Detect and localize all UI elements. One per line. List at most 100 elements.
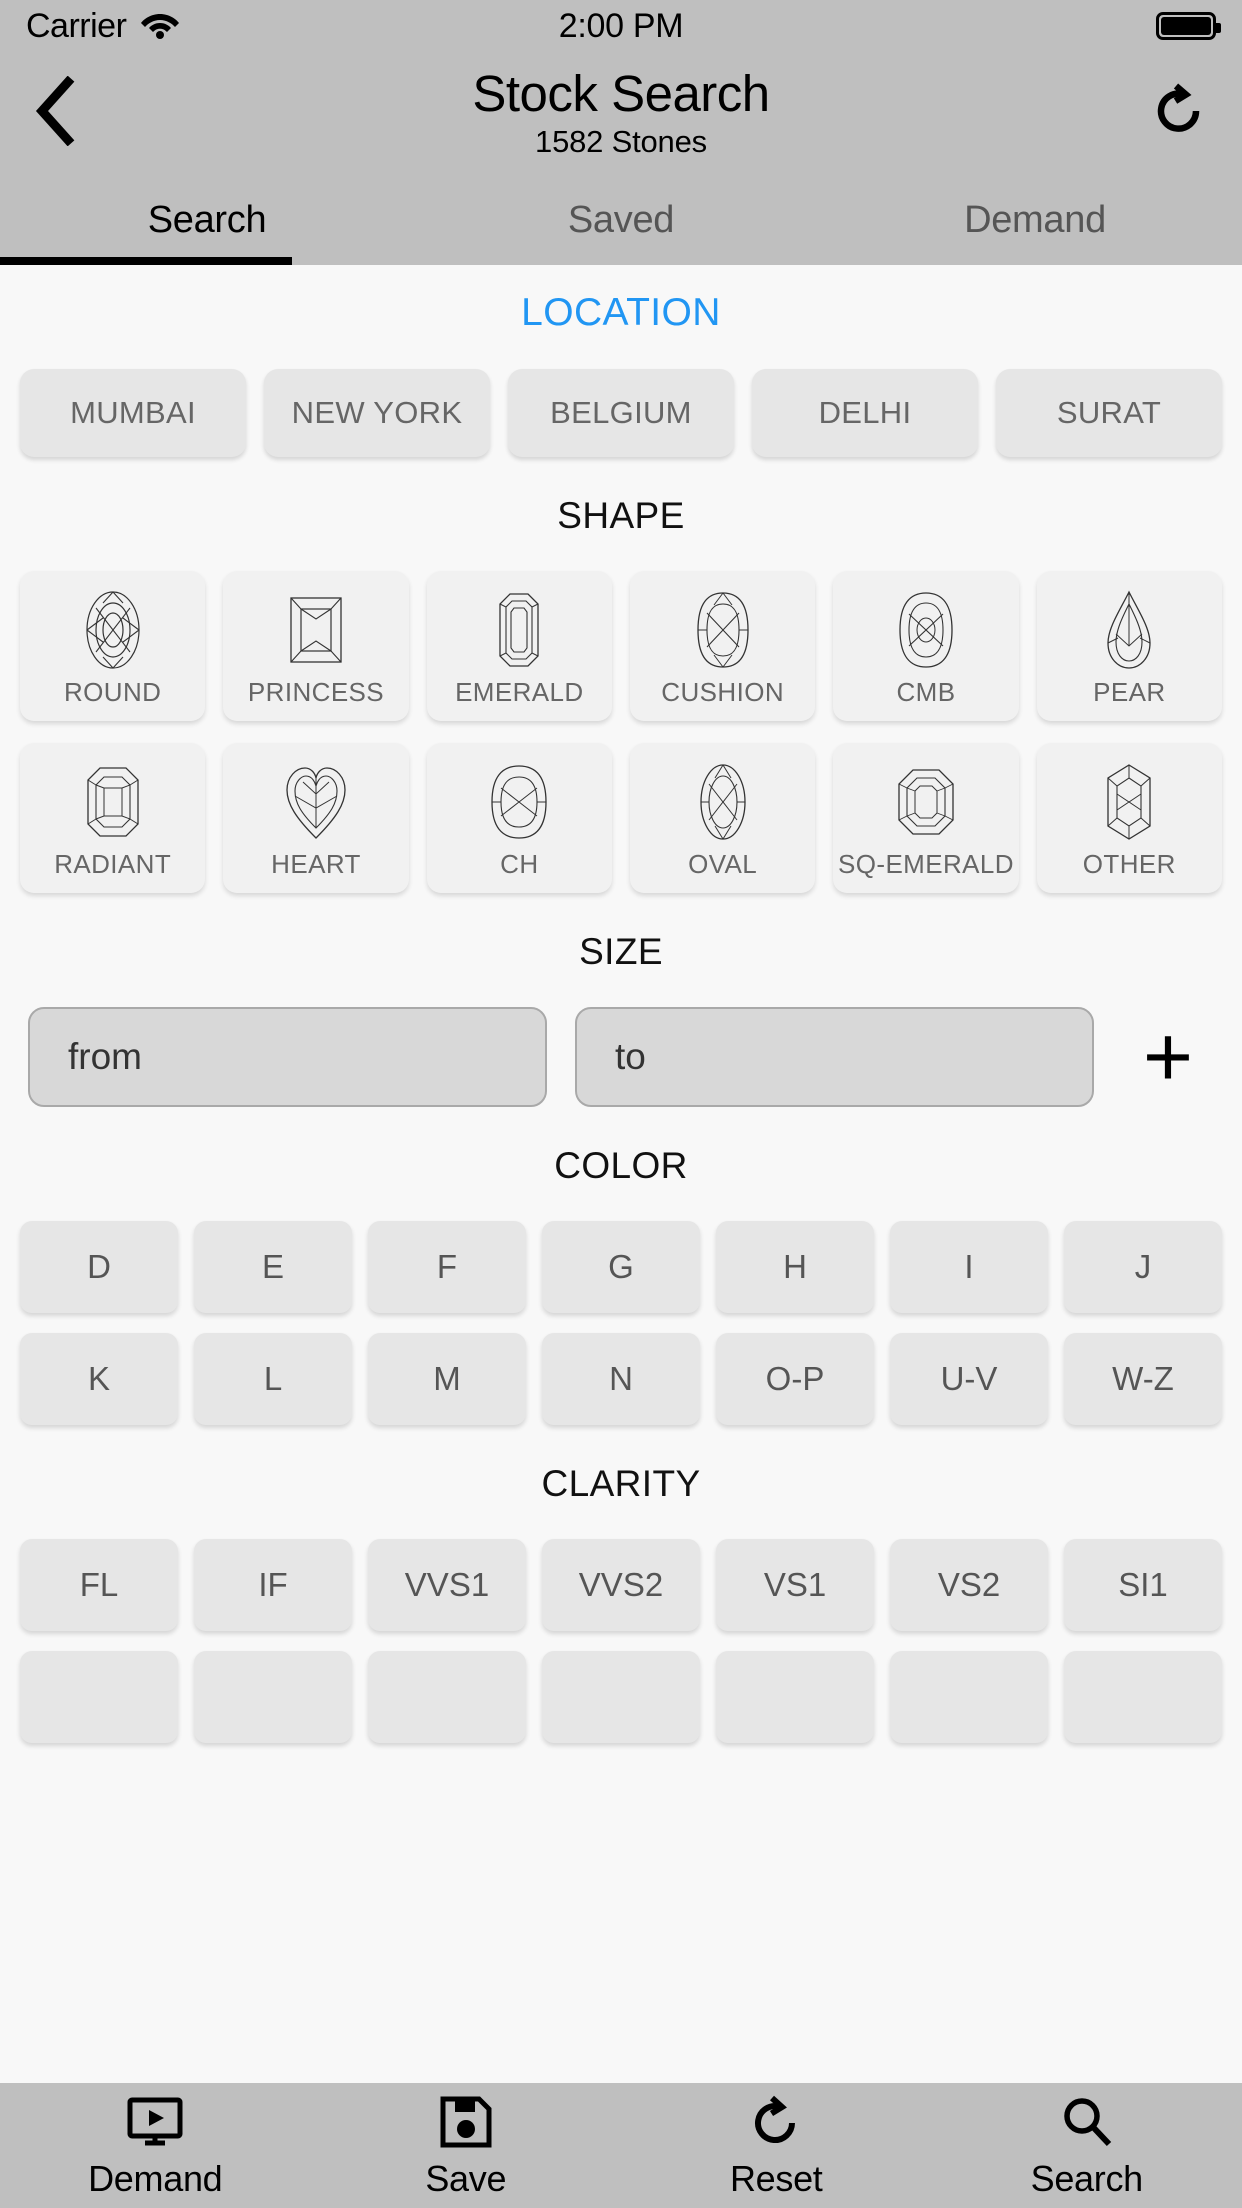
color-chip-m[interactable]: M — [368, 1333, 526, 1425]
location-chip-surat[interactable]: SURAT — [996, 369, 1222, 457]
diamond-oval-icon — [686, 757, 760, 847]
tab-bar: Search Saved Demand — [0, 175, 1242, 265]
bottom-item-label: Save — [425, 2157, 507, 2199]
shape-cell-emerald[interactable]: EMERALD — [426, 571, 612, 721]
clarity-chip-vs1[interactable]: VS1 — [716, 1539, 874, 1631]
shape-label: HEART — [271, 848, 361, 879]
location-chip-new-york[interactable]: NEW YORK — [264, 369, 490, 457]
color-chip-w-z[interactable]: W-Z — [1064, 1333, 1222, 1425]
clarity-chip-next-3[interactable] — [368, 1651, 526, 1743]
bottom-demand-button[interactable]: Demand — [0, 2092, 311, 2200]
shape-cell-heart[interactable]: HEART — [223, 743, 409, 893]
color-chip-e[interactable]: E — [194, 1221, 352, 1313]
shape-label: CH — [500, 848, 539, 879]
navigation-bar: Stock Search 1582 Stones — [0, 52, 1242, 175]
clarity-chip-vs2[interactable]: VS2 — [890, 1539, 1048, 1631]
color-chip-g[interactable]: G — [542, 1221, 700, 1313]
section-title-location: LOCATION — [521, 291, 721, 334]
clarity-chip-next-7[interactable] — [1064, 1651, 1222, 1743]
clarity-chip-next-4[interactable] — [542, 1651, 700, 1743]
tab-demand[interactable]: Demand — [828, 175, 1242, 265]
add-size-range-button[interactable]: + — [1122, 1011, 1214, 1103]
diamond-ch-icon — [482, 757, 556, 847]
color-chip-h[interactable]: H — [716, 1221, 874, 1313]
shape-label: CMB — [896, 676, 956, 707]
color-chip-n[interactable]: N — [542, 1333, 700, 1425]
clarity-chip-next-6[interactable] — [890, 1651, 1048, 1743]
shape-label: OVAL — [688, 848, 758, 879]
color-chip-i[interactable]: I — [890, 1221, 1048, 1313]
tab-saved[interactable]: Saved — [414, 175, 828, 265]
clarity-chip-fl[interactable]: FL — [20, 1539, 178, 1631]
save-floppy-icon — [439, 2092, 493, 2152]
status-time: 2:00 PM — [558, 6, 684, 45]
filter-scroll-area[interactable]: LOCATION MUMBAI NEW YORK BELGIUM DELHI S… — [0, 265, 1242, 2083]
location-chip-belgium[interactable]: BELGIUM — [508, 369, 734, 457]
clarity-row-2-partial — [0, 1651, 1242, 1743]
chevron-left-icon — [34, 75, 78, 151]
shape-cell-other[interactable]: OTHER — [1036, 743, 1222, 893]
diamond-emerald-icon — [482, 585, 556, 675]
shape-label: SQ-EMERALD — [838, 848, 1014, 879]
shape-row-1: ROUND PRINCESS EMERALD CUSHION CMB PEAR — [0, 571, 1242, 721]
page-title: Stock Search — [472, 64, 770, 122]
diamond-radiant-icon — [76, 757, 150, 847]
demand-monitor-icon — [125, 2092, 185, 2152]
diamond-heart-icon — [279, 757, 353, 847]
bottom-reset-button[interactable]: Reset — [621, 2092, 932, 2200]
shape-label: RADIANT — [54, 848, 172, 879]
color-chip-j[interactable]: J — [1064, 1221, 1222, 1313]
shape-cell-radiant[interactable]: RADIANT — [20, 743, 206, 893]
diamond-pear-icon — [1092, 585, 1166, 675]
shape-label: CUSHION — [661, 676, 784, 707]
shape-cell-sq-emerald[interactable]: SQ-EMERALD — [833, 743, 1019, 893]
shape-label: PRINCESS — [247, 676, 385, 707]
bottom-toolbar: Demand Save Reset Search — [0, 2083, 1242, 2208]
clarity-row-1: FL IF VVS1 VVS2 VS1 VS2 SI1 — [0, 1539, 1242, 1631]
bottom-item-label: Reset — [729, 2157, 823, 2199]
location-chip-delhi[interactable]: DELHI — [752, 369, 978, 457]
shape-label: ROUND — [63, 676, 162, 707]
diamond-round-icon — [76, 585, 150, 675]
color-chip-f[interactable]: F — [368, 1221, 526, 1313]
diamond-sq-emerald-icon — [889, 757, 963, 847]
shape-cell-ch[interactable]: CH — [426, 743, 612, 893]
location-options-row: MUMBAI NEW YORK BELGIUM DELHI SURAT — [0, 369, 1242, 457]
page-subtitle: 1582 Stones — [535, 124, 707, 160]
diamond-cushion-icon — [686, 585, 760, 675]
color-chip-u-v[interactable]: U-V — [890, 1333, 1048, 1425]
bottom-save-button[interactable]: Save — [311, 2092, 622, 2200]
diamond-princess-icon — [279, 585, 353, 675]
refresh-button[interactable] — [1150, 80, 1208, 147]
shape-label: EMERALD — [455, 676, 584, 707]
shape-cell-cmb[interactable]: CMB — [833, 571, 1019, 721]
color-chip-l[interactable]: L — [194, 1333, 352, 1425]
status-bar: Carrier 2:00 PM — [0, 0, 1242, 52]
bottom-search-button[interactable]: Search — [932, 2092, 1242, 2200]
clarity-chip-next-5[interactable] — [716, 1651, 874, 1743]
color-row-1: D E F G H I J — [0, 1221, 1242, 1313]
clarity-chip-vvs1[interactable]: VVS1 — [368, 1539, 526, 1631]
size-from-input[interactable]: from — [28, 1007, 547, 1107]
clarity-chip-if[interactable]: IF — [194, 1539, 352, 1631]
location-chip-mumbai[interactable]: MUMBAI — [20, 369, 246, 457]
color-chip-d[interactable]: D — [20, 1221, 178, 1313]
shape-cell-cushion[interactable]: CUSHION — [629, 571, 816, 721]
back-button[interactable] — [34, 75, 104, 151]
shape-cell-pear[interactable]: PEAR — [1036, 571, 1222, 721]
shape-cell-oval[interactable]: OVAL — [629, 743, 816, 893]
color-chip-k[interactable]: K — [20, 1333, 178, 1425]
clarity-chip-vvs2[interactable]: VVS2 — [542, 1539, 700, 1631]
clarity-chip-next-2[interactable] — [194, 1651, 352, 1743]
color-chip-o-p[interactable]: O-P — [716, 1333, 874, 1425]
shape-cell-round[interactable]: ROUND — [20, 571, 206, 721]
refresh-icon — [1150, 80, 1208, 147]
section-title-clarity: CLARITY — [541, 1463, 701, 1504]
tab-search[interactable]: Search — [0, 175, 414, 265]
size-to-input[interactable]: to — [575, 1007, 1094, 1107]
shape-cell-princess[interactable]: PRINCESS — [223, 571, 409, 721]
clarity-chip-next-1[interactable] — [20, 1651, 178, 1743]
tab-active-indicator — [0, 257, 292, 265]
nav-title-block: Stock Search 1582 Stones — [0, 52, 1242, 175]
clarity-chip-si1[interactable]: SI1 — [1064, 1539, 1222, 1631]
